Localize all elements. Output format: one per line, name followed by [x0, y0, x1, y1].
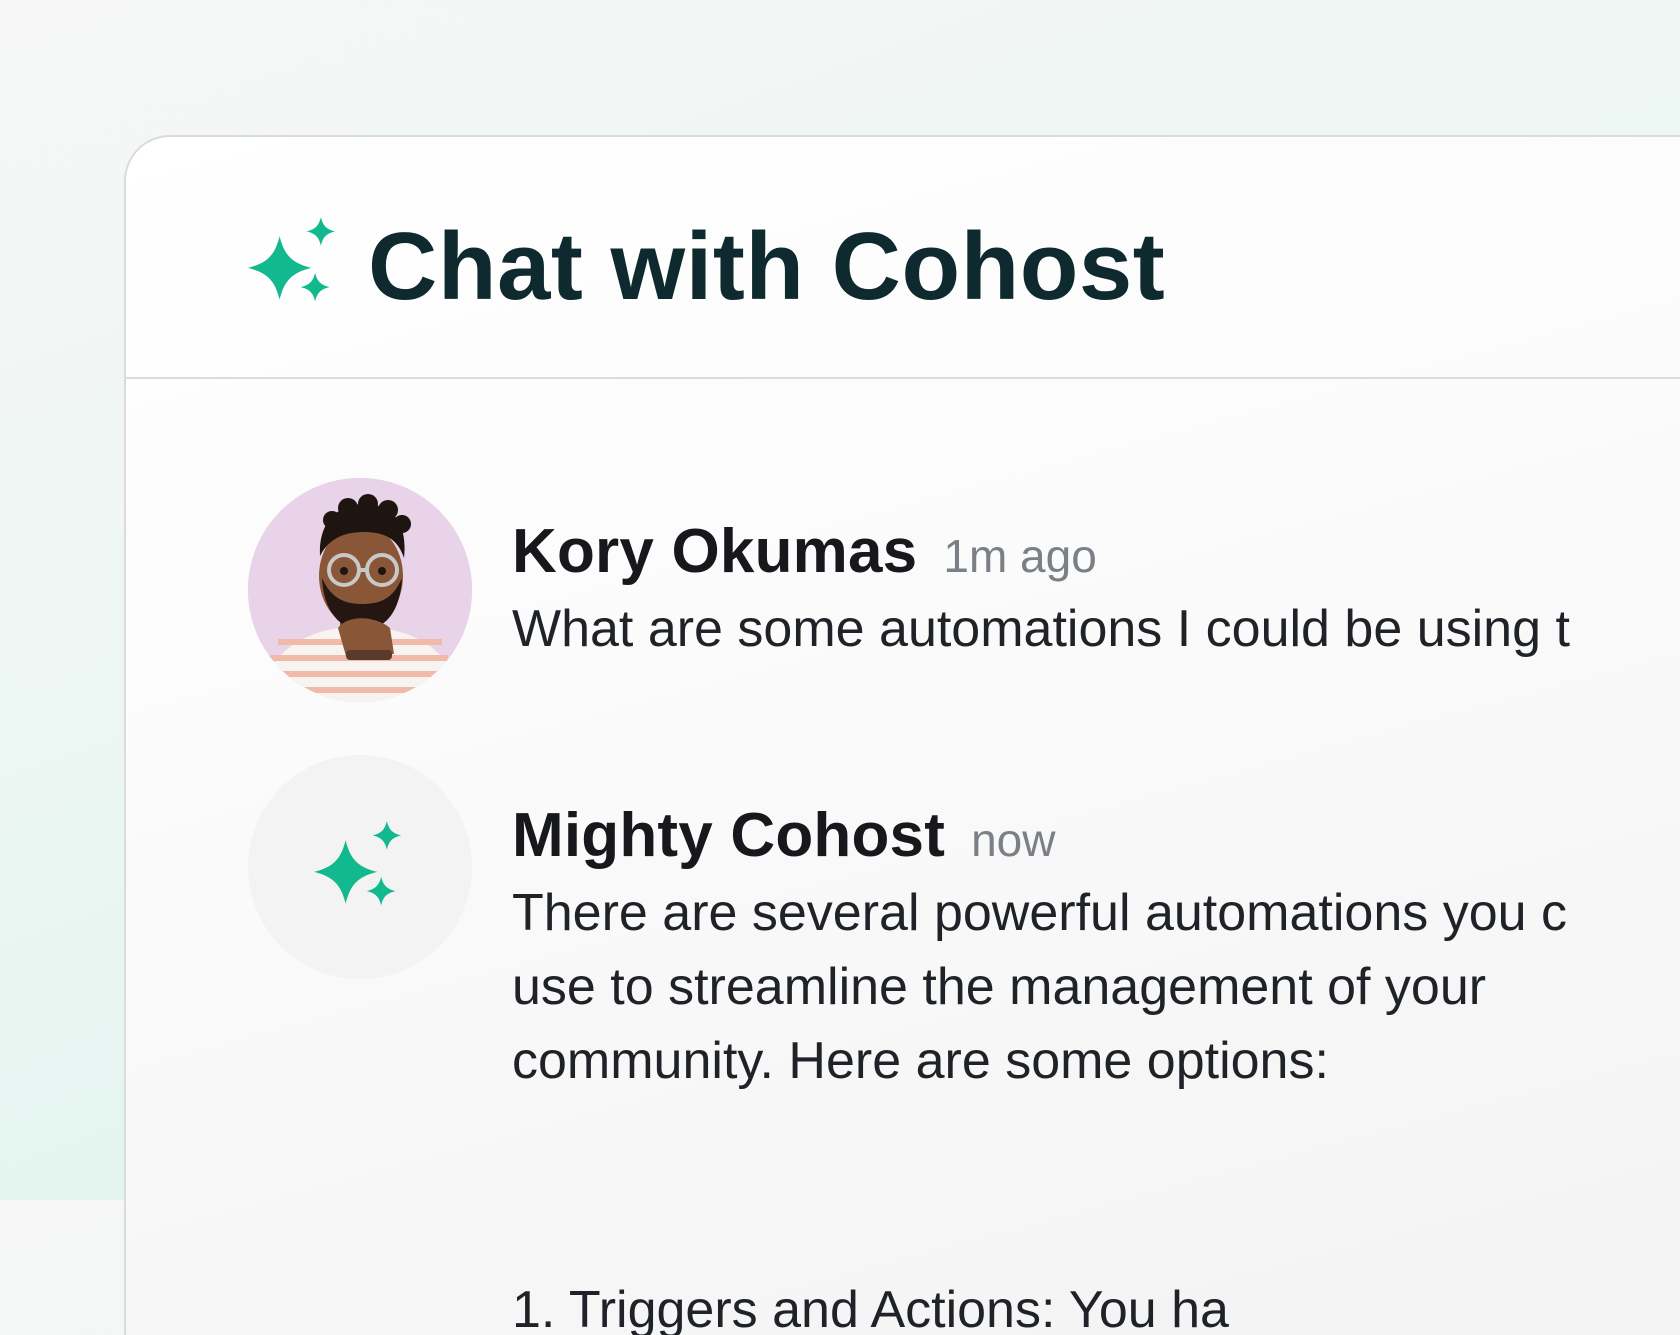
author-name[interactable]: Mighty Cohost	[512, 801, 945, 870]
timestamp: now	[971, 814, 1056, 866]
chat-header: Chat with Cohost	[126, 137, 1680, 379]
sparkles-icon	[313, 821, 402, 906]
message-line: There are several powerful automations y…	[512, 884, 1567, 942]
timestamp: 1m ago	[943, 530, 1097, 582]
user-photo-icon	[248, 478, 472, 702]
message-line: community. Here are some options:	[512, 1032, 1329, 1090]
avatar[interactable]	[248, 755, 472, 979]
sparkles-icon	[247, 217, 336, 302]
page-title: Chat with Cohost	[368, 213, 1166, 320]
avatar[interactable]	[248, 478, 472, 702]
chat-panel: Chat with Cohost Kory Okumas 1m ago What…	[124, 135, 1680, 1335]
message-meta: Mighty Cohost now	[512, 800, 1055, 871]
author-name[interactable]: Kory Okumas	[512, 517, 917, 586]
message-text: What are some automations I could be usi…	[512, 600, 1570, 658]
message-line: use to streamline the management of your	[512, 958, 1487, 1016]
message-text: There are several powerful automations y…	[512, 876, 1680, 1098]
message-meta: Kory Okumas 1m ago	[512, 516, 1097, 587]
list-item: 1. Triggers and Actions: You ha	[512, 1281, 1229, 1335]
